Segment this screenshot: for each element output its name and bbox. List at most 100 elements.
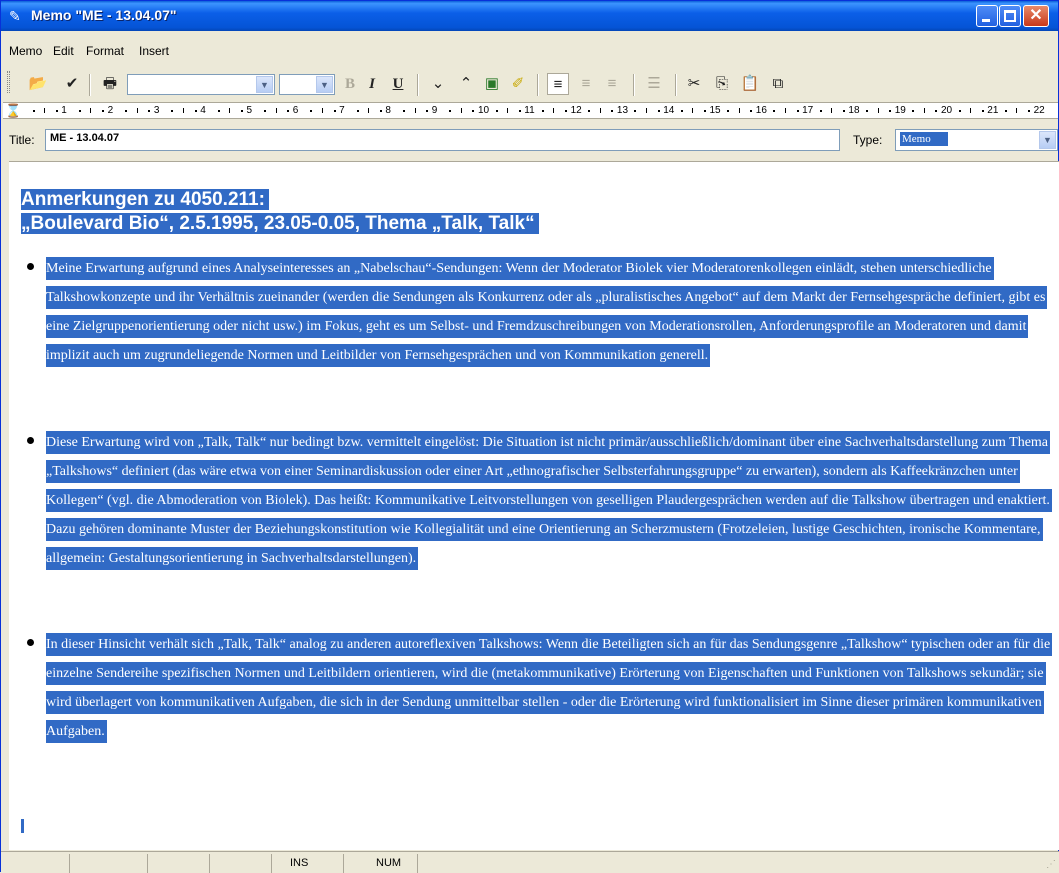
ruler-number: 5 (246, 105, 253, 116)
ruler-mark (634, 110, 637, 112)
paragraph-text: Diese Erwartung wird von „Talk, Talk“ nu… (46, 431, 1052, 570)
type-label: Type: (853, 133, 883, 147)
memo-heading: Anmerkungen zu 4050.211: „Boulevard Bio“… (21, 188, 539, 236)
minimize-icon (982, 19, 990, 22)
align-left-icon[interactable]: ≡ (547, 73, 569, 95)
ruler-mark (32, 110, 35, 112)
ruler-number: 8 (385, 105, 391, 116)
toolbar-grip[interactable] (7, 71, 10, 93)
ruler-mark (287, 110, 290, 112)
ruler-mark (773, 110, 776, 112)
paste-special-icon[interactable]: ⧉ (767, 73, 789, 95)
window-title: Memo "ME - 13.04.07" (31, 7, 177, 23)
toolbar-separator (675, 74, 677, 96)
menu-memo[interactable]: Memo (9, 44, 42, 58)
bullets-icon[interactable]: ☰ (643, 73, 665, 95)
indent-marker-icon[interactable]: ⌛ (5, 103, 21, 119)
heading-line-1: Anmerkungen zu 4050.211: (21, 189, 269, 210)
ruler-mark (518, 110, 521, 112)
ruler-mark (588, 110, 591, 112)
align-right-icon[interactable]: ≡ (601, 73, 623, 95)
bullet-icon (27, 263, 34, 270)
ruler-mark (565, 110, 568, 112)
move-up-icon[interactable]: ⌃ (455, 73, 477, 95)
chevron-down-icon[interactable]: ▼ (316, 76, 333, 93)
ruler-mark (414, 108, 416, 113)
ruler-mark (611, 110, 614, 112)
chevron-down-icon[interactable]: ▼ (256, 76, 273, 93)
print-icon[interactable]: 🖶 (99, 73, 121, 95)
ruler-mark (819, 110, 822, 112)
toolbar-separator (89, 74, 91, 96)
ruler-mark (472, 110, 475, 112)
ruler-mark (379, 110, 382, 112)
underline-icon[interactable]: U (387, 73, 409, 95)
ruler-number: 15 (709, 105, 721, 116)
ruler-mark (842, 110, 845, 112)
ruler-mark (495, 110, 498, 112)
ruler-number: 7 (339, 105, 345, 116)
ruler-number: 20 (941, 105, 953, 116)
copy-icon[interactable]: ⎘ (711, 73, 733, 95)
ruler-mark (55, 110, 58, 112)
ruler-mark (1028, 110, 1031, 112)
ruler-mark (171, 110, 174, 112)
ruler-number: 19 (894, 105, 906, 116)
ruler-mark (264, 110, 267, 112)
title-input[interactable]: ME - 13.04.07 (45, 129, 840, 151)
ruler-mark (240, 110, 243, 112)
highlight-icon[interactable]: ✐ (507, 73, 529, 95)
menu-format[interactable]: Format (86, 44, 124, 58)
ruler-mark (738, 108, 740, 113)
align-center-icon[interactable]: ≡ (575, 73, 597, 95)
paragraph-text: In dieser Hinsicht verhält sich „Talk, T… (46, 633, 1053, 743)
italic-icon[interactable]: I (361, 73, 383, 95)
ruler-mark (321, 108, 323, 113)
memo-bullet-paragraph: Meine Erwartung aufgrund eines Analysein… (46, 254, 1054, 370)
menu-insert[interactable]: Insert (139, 44, 169, 58)
ruler-mark (646, 108, 648, 113)
ruler[interactable]: ⌛ 1 2 3 4 5 6 7 8 9 10 11 12 13 14 15 16 17 18 19 20 21 22 (3, 102, 1058, 119)
cut-icon[interactable]: ✂ (683, 73, 705, 95)
font-name-combo[interactable]: ▼ (127, 74, 275, 95)
menu-edit[interactable]: Edit (53, 44, 74, 58)
ruler-mark (183, 108, 185, 113)
ruler-number: 2 (107, 105, 114, 116)
bold-icon[interactable]: B (339, 73, 361, 95)
close-button[interactable]: ✕ (1023, 5, 1049, 27)
ruler-mark (750, 110, 753, 112)
title-bar[interactable]: ✎ Memo "ME - 13.04.07" ✕ (1, 1, 1058, 31)
ruler-mark (449, 110, 452, 112)
resize-grip-icon[interactable]: ⋰ (1046, 859, 1058, 871)
check-icon[interactable]: ✔ (61, 73, 83, 95)
color-icon[interactable]: ▣ (481, 73, 503, 95)
ruler-number: 9 (431, 105, 438, 116)
minimize-button[interactable] (976, 5, 998, 27)
ruler-mark (78, 110, 81, 112)
ruler-mark (507, 108, 509, 113)
ruler-mark (923, 108, 925, 113)
font-size-combo[interactable]: ▼ (279, 74, 335, 95)
title-row: Title: ME - 13.04.07 Type: Memo ▼ (1, 123, 1059, 157)
type-select[interactable]: Memo ▼ (895, 129, 1058, 151)
ruler-mark (981, 110, 984, 112)
ruler-mark (333, 110, 336, 112)
memo-window: ✎ Memo "ME - 13.04.07" ✕ Memo Edit Forma… (0, 0, 1059, 873)
paragraph-text: Meine Erwartung aufgrund eines Analysein… (46, 257, 1048, 367)
status-num: NUM (343, 854, 417, 873)
chevron-down-icon[interactable]: ▼ (1039, 131, 1056, 149)
move-down-icon[interactable]: ⌄ (427, 73, 449, 95)
ruler-number: 21 (987, 105, 999, 116)
ruler-mark (970, 108, 972, 113)
paste-icon[interactable]: 📋 (739, 73, 761, 95)
ruler-mark (796, 110, 799, 112)
ruler-mark (553, 108, 555, 113)
ruler-number: 4 (200, 105, 206, 116)
memo-bullet-paragraph: In dieser Hinsicht verhält sich „Talk, T… (46, 630, 1054, 746)
memo-editor[interactable]: Anmerkungen zu 4050.211: „Boulevard Bio“… (9, 161, 1059, 850)
open-icon[interactable]: 📂 (27, 73, 49, 95)
ruler-mark (217, 110, 220, 112)
status-pane (147, 854, 209, 873)
close-icon: ✕ (1029, 7, 1043, 24)
maximize-button[interactable] (999, 5, 1021, 27)
